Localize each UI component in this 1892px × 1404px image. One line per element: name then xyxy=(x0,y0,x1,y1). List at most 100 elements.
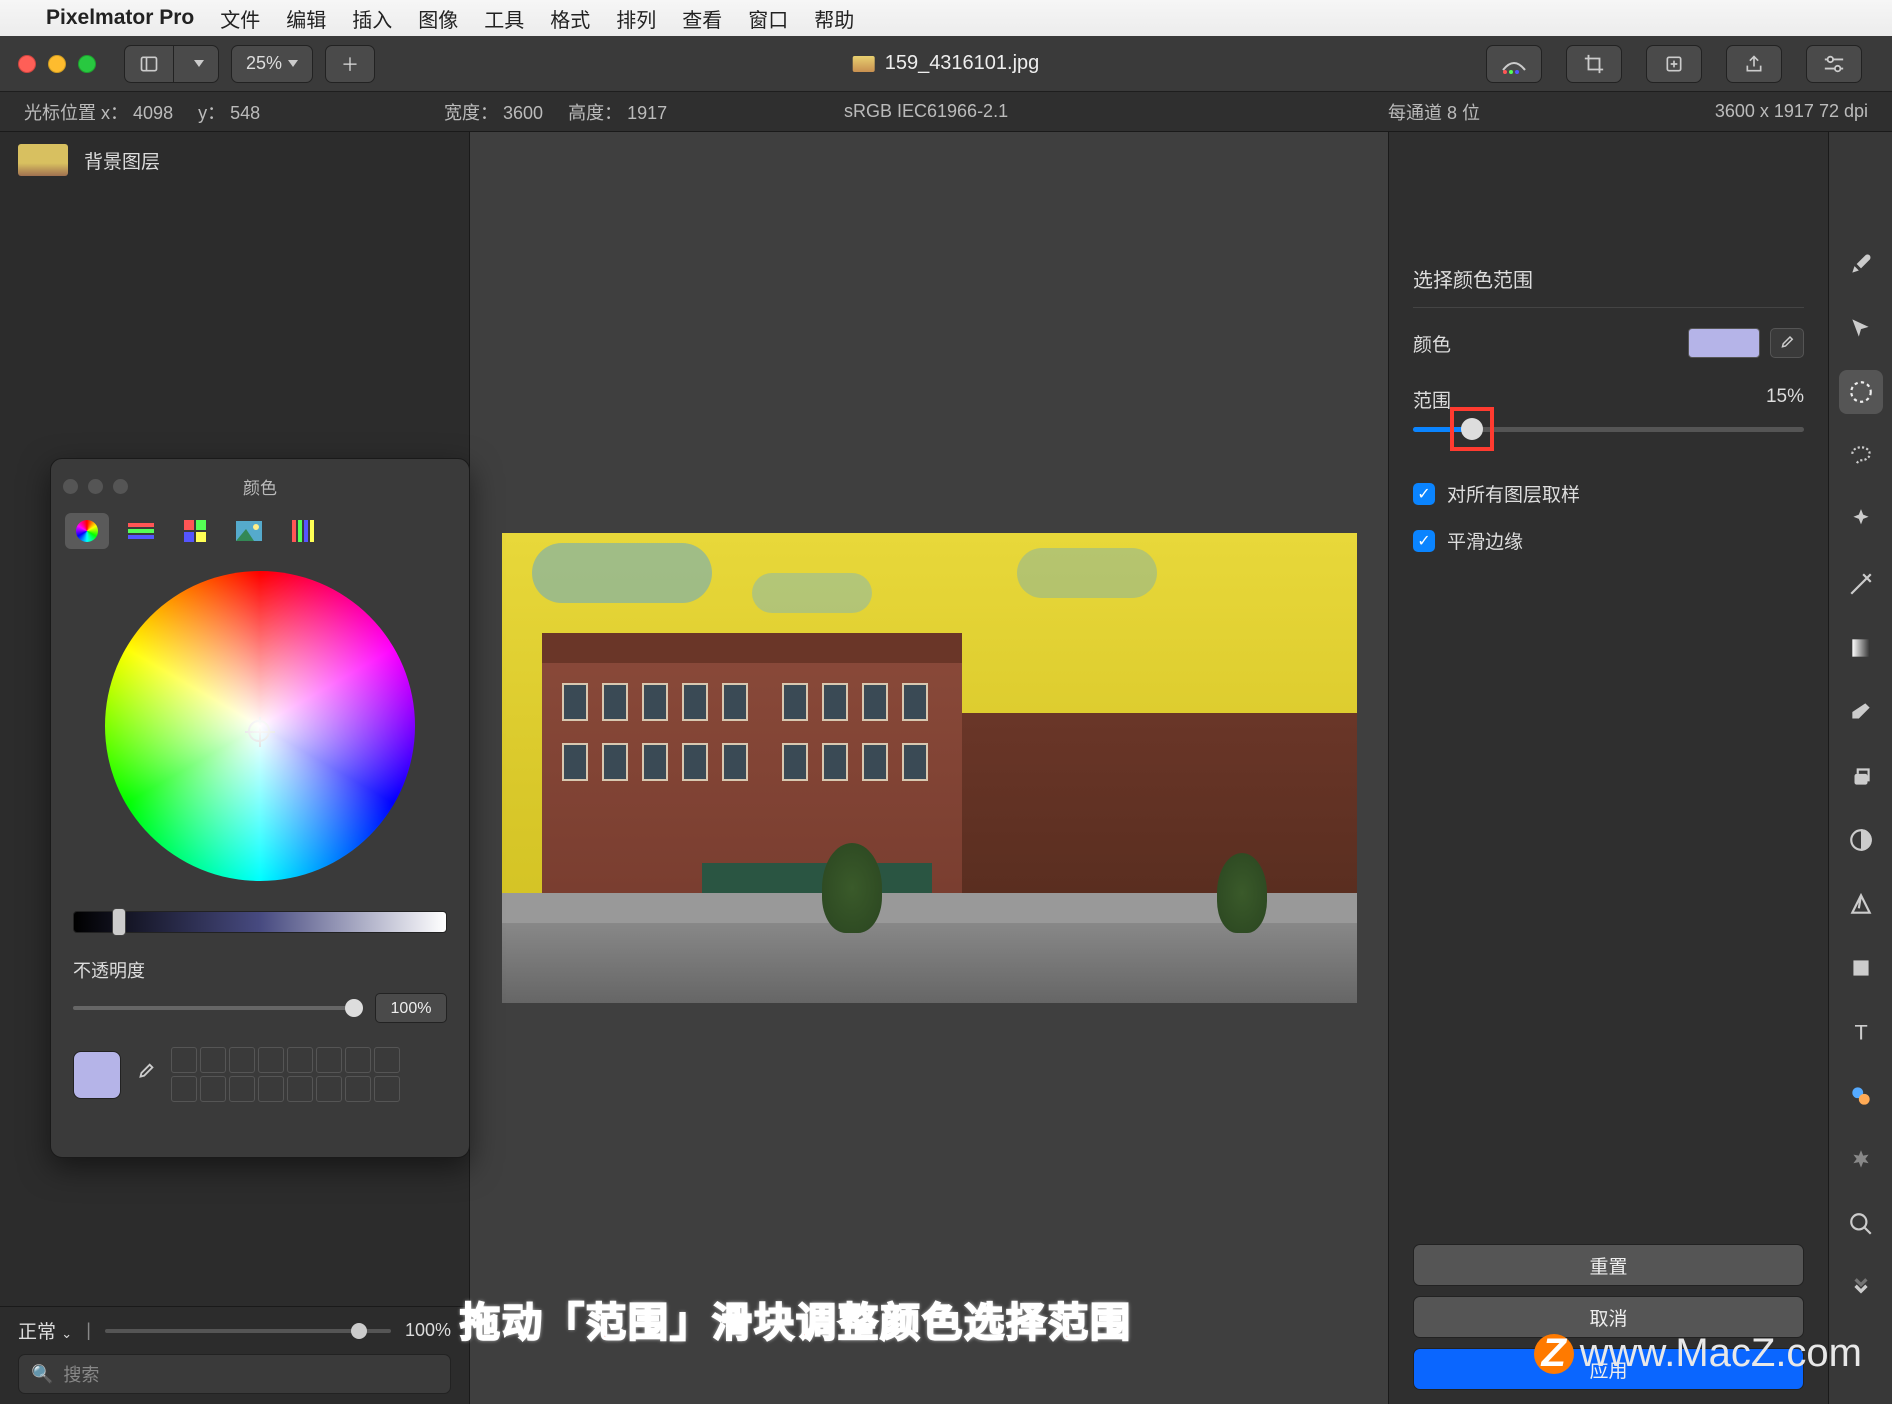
close-window-button[interactable] xyxy=(18,55,36,73)
cursor-y-label: y： xyxy=(198,103,225,123)
menu-help[interactable]: 帮助 xyxy=(814,4,854,33)
layer-label: 背景图层 xyxy=(84,147,160,174)
width-value: 3600 xyxy=(503,103,543,123)
width-label: 宽度： xyxy=(444,103,498,123)
color-pencils-tab[interactable] xyxy=(281,513,325,549)
layer-opacity-slider[interactable] xyxy=(105,1329,391,1333)
menu-edit[interactable]: 编辑 xyxy=(286,4,326,33)
plus-icon: ＋ xyxy=(341,51,359,77)
color-wheel-tab[interactable] xyxy=(65,513,109,549)
clone-tool[interactable] xyxy=(1839,754,1883,798)
color-sliders-tab[interactable] xyxy=(119,513,163,549)
more-tools[interactable] xyxy=(1839,1266,1883,1310)
color-image-tab[interactable] xyxy=(227,513,271,549)
chevron-down-icon xyxy=(288,60,298,67)
dimensions-value: 3600 x 1917 72 dpi xyxy=(1715,101,1868,121)
sidebar-toggle[interactable] xyxy=(124,45,219,83)
color-palettes-tab[interactable] xyxy=(173,513,217,549)
opacity-slider[interactable] xyxy=(73,1006,363,1010)
current-color-swatch[interactable] xyxy=(73,1051,121,1099)
arrow-tool[interactable] xyxy=(1839,306,1883,350)
minimize-window-button[interactable] xyxy=(48,55,66,73)
layer-search[interactable]: 🔍 搜索 xyxy=(18,1354,451,1394)
effects-tool[interactable] xyxy=(1839,1138,1883,1182)
cursor-x: 4098 xyxy=(133,103,173,123)
settings-button[interactable] xyxy=(1806,45,1862,83)
zoom-value: 25% xyxy=(246,53,282,74)
channel-value: 每通道 8 位 xyxy=(1388,103,1480,123)
toolbar: 25% ＋ 159_4316101.jpg xyxy=(0,36,1892,92)
eraser-tool[interactable] xyxy=(1839,690,1883,734)
range-value: 15% xyxy=(1766,386,1804,413)
app-name[interactable]: Pixelmator Pro xyxy=(46,6,194,30)
pen-tool[interactable] xyxy=(1839,562,1883,606)
color-panel[interactable]: 颜色 不透明度 100% xyxy=(50,458,470,1158)
text-tool[interactable]: T xyxy=(1839,1010,1883,1054)
zoom-window-button[interactable] xyxy=(78,55,96,73)
opacity-value[interactable]: 100% xyxy=(375,993,447,1023)
cursor-label: 光标位置 x： xyxy=(24,103,128,123)
blend-mode-dropdown[interactable]: 正常 ⌄ xyxy=(18,1317,72,1344)
menu-view[interactable]: 查看 xyxy=(682,4,722,33)
sidebar-icon xyxy=(125,46,174,82)
color-adjust-button[interactable] xyxy=(1486,45,1542,83)
zoom-tool[interactable] xyxy=(1839,1202,1883,1246)
search-icon: 🔍 xyxy=(31,1364,53,1385)
vector-tool[interactable] xyxy=(1839,882,1883,926)
inspector-title: 选择颜色范围 xyxy=(1413,154,1804,308)
add-button[interactable]: ＋ xyxy=(325,45,375,83)
colorspace-value: sRGB IEC61966-2.1 xyxy=(844,101,1008,121)
color-label: 颜色 xyxy=(1413,330,1451,357)
marquee-tool[interactable] xyxy=(1839,370,1883,414)
color-wheel-cursor[interactable] xyxy=(248,720,270,742)
menu-tools[interactable]: 工具 xyxy=(484,4,524,33)
menu-arrange[interactable]: 排列 xyxy=(616,4,656,33)
menu-window[interactable]: 窗口 xyxy=(748,4,788,33)
reset-button[interactable]: 重置 xyxy=(1413,1244,1804,1286)
magic-wand-tool[interactable] xyxy=(1839,498,1883,542)
eyedropper-button[interactable] xyxy=(1770,328,1804,358)
brightness-slider[interactable] xyxy=(73,911,447,933)
shape-tool[interactable] xyxy=(1839,946,1883,990)
smooth-edges-checkbox[interactable]: ✓ 平滑边缘 xyxy=(1413,513,1804,560)
menu-insert[interactable]: 插入 xyxy=(352,4,392,33)
height-label: 高度： xyxy=(568,103,622,123)
tutorial-annotation: 拖动「范围」滑块调整颜色选择范围 xyxy=(460,1290,1132,1348)
document-title-label: 159_4316101.jpg xyxy=(885,52,1040,75)
export-button[interactable] xyxy=(1646,45,1702,83)
infobar: 光标位置 x： 4098 y： 548 宽度： 3600 高度： 1917 sR… xyxy=(0,92,1892,132)
sample-all-layers-checkbox[interactable]: ✓ 对所有图层取样 xyxy=(1413,466,1804,513)
zoom-dropdown[interactable]: 25% xyxy=(231,45,313,83)
chevron-down-icon xyxy=(174,46,218,82)
color-swatch[interactable] xyxy=(1688,328,1760,358)
height-value: 1917 xyxy=(627,103,667,123)
watermark: Zwww.MacZ.com xyxy=(1534,1331,1862,1376)
cursor-y: 548 xyxy=(230,103,260,123)
menu-image[interactable]: 图像 xyxy=(418,4,458,33)
color-picker-tool[interactable] xyxy=(1839,1074,1883,1118)
menu-file[interactable]: 文件 xyxy=(220,4,260,33)
menu-format[interactable]: 格式 xyxy=(550,4,590,33)
share-button[interactable] xyxy=(1726,45,1782,83)
range-slider[interactable] xyxy=(1413,427,1804,432)
annotation-highlight-box xyxy=(1450,407,1494,451)
brush-tool[interactable] xyxy=(1839,242,1883,286)
gradient-tool[interactable] xyxy=(1839,626,1883,670)
menubar: Pixelmator Pro 文件 编辑 插入 图像 工具 格式 排列 查看 窗… xyxy=(0,0,1892,36)
checkbox-checked-icon: ✓ xyxy=(1413,530,1435,552)
canvas-image xyxy=(502,533,1357,1003)
swatch-grid[interactable] xyxy=(171,1047,400,1102)
layer-opacity-value: 100% xyxy=(405,1320,451,1341)
document-thumb-icon xyxy=(853,56,875,72)
color-wheel[interactable] xyxy=(105,571,415,881)
checkbox-checked-icon: ✓ xyxy=(1413,483,1435,505)
layer-row-background[interactable]: 背景图层 xyxy=(0,132,469,188)
smooth-label: 平滑边缘 xyxy=(1447,527,1523,554)
canvas[interactable] xyxy=(470,132,1388,1404)
crop-button[interactable] xyxy=(1566,45,1622,83)
color-panel-title: 颜色 xyxy=(243,474,277,499)
panel-window-controls[interactable] xyxy=(63,479,128,494)
color-adjust-tool[interactable] xyxy=(1839,818,1883,862)
eyedropper-icon[interactable] xyxy=(135,1061,157,1088)
lasso-tool[interactable] xyxy=(1839,434,1883,478)
